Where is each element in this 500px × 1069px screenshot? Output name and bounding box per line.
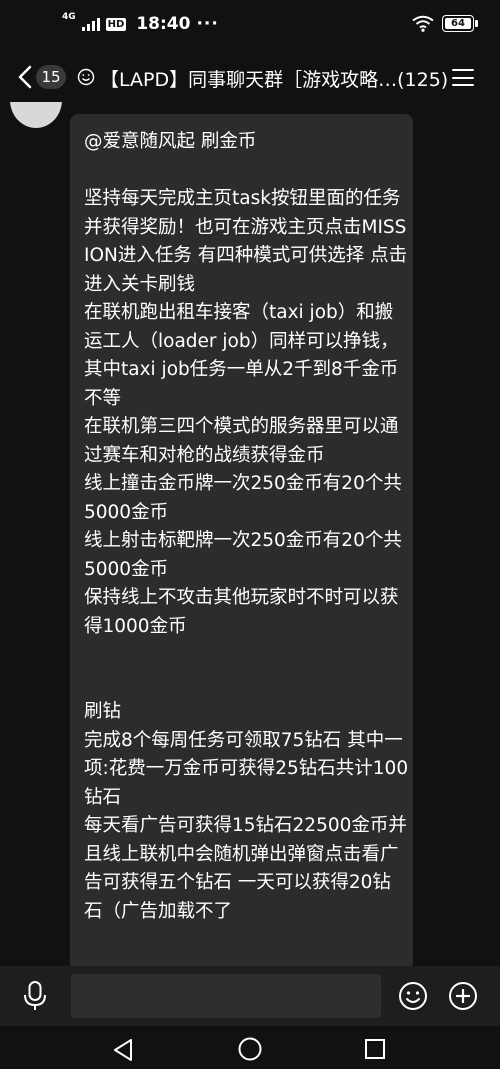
notification-dots: ··· (196, 14, 219, 34)
nav-home-icon[interactable] (238, 1037, 262, 1061)
chat-title[interactable]: 【LAPD】同事聊天群［游戏攻略…(125) (100, 65, 448, 92)
signal-icon (81, 17, 100, 31)
input-bar (0, 966, 500, 1026)
message-input[interactable] (71, 974, 381, 1018)
nav-back-icon[interactable] (112, 1038, 134, 1062)
status-right: 64 (412, 15, 478, 32)
wifi-icon (412, 15, 434, 32)
smiley-icon (77, 68, 95, 86)
message-text: @爱意随风起 刷金币 坚持每天完成主页task按钮里面的任务并获得奖励！也可在游… (84, 131, 409, 922)
chat-area[interactable]: @爱意随风起 刷金币 坚持每天完成主页task按钮里面的任务并获得奖励！也可在游… (0, 102, 500, 966)
emoji-icon[interactable] (397, 980, 429, 1012)
chat-header: 15 【LAPD】同事聊天群［游戏攻略…(125) (0, 52, 500, 102)
voice-icon[interactable] (22, 980, 48, 1012)
unread-count-badge[interactable]: 15 (36, 65, 66, 89)
status-bar: 4G HD 18:40 ··· 64 (0, 0, 500, 52)
plus-icon[interactable] (447, 980, 479, 1012)
nav-recent-icon[interactable] (364, 1038, 386, 1060)
clock: 18:40 (136, 14, 191, 34)
avatar[interactable] (10, 102, 62, 128)
network-type: 4G (62, 12, 76, 22)
menu-icon[interactable] (452, 69, 474, 86)
hd-badge: HD (105, 17, 127, 31)
back-chevron-icon[interactable] (14, 64, 38, 90)
system-nav-bar (0, 1026, 500, 1069)
battery-icon: 64 (442, 15, 478, 32)
message-bubble[interactable]: @爱意随风起 刷金币 坚持每天完成主页task按钮里面的任务并获得奖励！也可在游… (70, 114, 413, 966)
battery-level: 64 (445, 18, 471, 29)
status-left: 4G HD 18:40 ··· (62, 12, 219, 34)
